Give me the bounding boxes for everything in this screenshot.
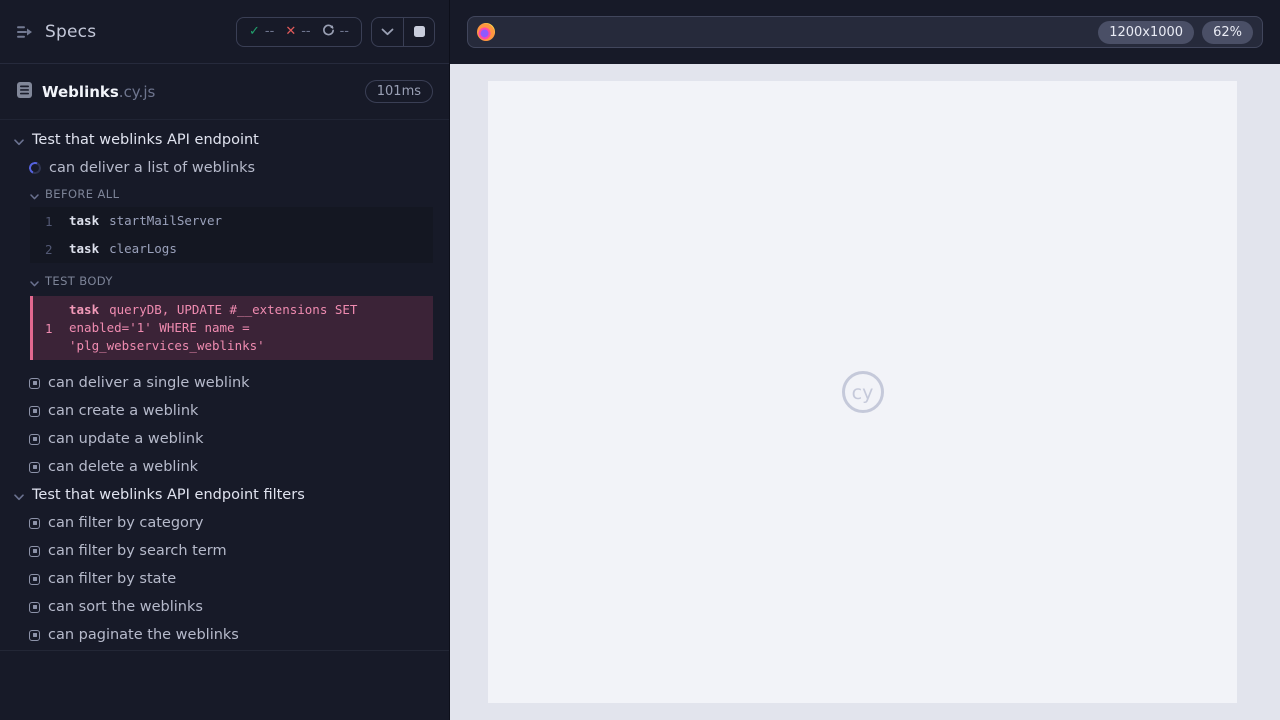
test-row-pending[interactable]: can sort the weblinks	[0, 593, 449, 621]
chevron-down-icon	[14, 486, 24, 505]
stat-passed: ✓ --	[249, 24, 274, 39]
chevron-down-icon	[381, 24, 394, 39]
passed-count: --	[264, 24, 275, 39]
runner-stage: cy	[450, 64, 1280, 720]
test-body-section[interactable]: TEST BODY	[0, 269, 449, 293]
test-row-pending[interactable]: can create a weblink	[0, 397, 449, 425]
test-row-pending[interactable]: can filter by state	[0, 565, 449, 593]
command-message: task startMailServer	[69, 207, 433, 235]
test-title: can delete a weblink	[48, 459, 199, 475]
url-bar[interactable]: 1200x1000 62%	[467, 16, 1263, 48]
command-args: startMailServer	[109, 213, 222, 228]
cypress-logo-watermark: cy	[841, 371, 884, 413]
test-row-pending[interactable]: can filter by search term	[0, 537, 449, 565]
command-name: task	[69, 213, 100, 228]
command-number: 1	[45, 320, 53, 336]
collapse-all-button[interactable]	[372, 18, 403, 46]
reporter-empty-area	[0, 651, 449, 720]
test-row-running[interactable]: can deliver a list of weblinks	[0, 154, 449, 182]
stat-failed: ✕ --	[285, 24, 310, 39]
stat-running: --	[322, 24, 349, 40]
test-title: can filter by category	[48, 515, 204, 531]
specs-menu-toggle-icon[interactable]	[14, 21, 36, 43]
command-log-row[interactable]: 1 task startMailServer	[30, 207, 433, 235]
firefox-browser-icon	[477, 23, 495, 41]
reporter-header: Specs ✓ -- ✕ -- --	[0, 0, 449, 64]
spec-extension: .cy.js	[118, 82, 156, 101]
test-row-pending[interactable]: can update a weblink	[0, 425, 449, 453]
command-message: task clearLogs	[69, 235, 433, 263]
reporter-sidebar: Specs ✓ -- ✕ -- -- Weblinks.cy.js 101ms …	[0, 0, 450, 720]
check-icon: ✓	[249, 24, 260, 39]
command-name: task	[69, 241, 100, 256]
suite-row[interactable]: Test that weblinks API endpoint	[0, 126, 449, 154]
stop-run-button[interactable]	[403, 17, 434, 46]
spec-file-row[interactable]: Weblinks.cy.js 101ms	[0, 64, 449, 120]
viewport-size-badge[interactable]: 1200x1000	[1098, 20, 1195, 44]
command-log-row[interactable]: 1 task queryDB, UPDATE #__extensions SET …	[33, 296, 433, 360]
running-count: --	[339, 24, 349, 39]
test-title: can deliver a list of weblinks	[49, 160, 256, 176]
pending-test-icon	[29, 573, 40, 585]
chevron-down-icon	[30, 272, 39, 291]
test-row-pending[interactable]: can paginate the weblinks	[0, 621, 449, 649]
pending-test-icon	[29, 601, 40, 613]
spec-duration-badge: 101ms	[364, 80, 433, 103]
command-log-row[interactable]: 2 task clearLogs	[30, 235, 433, 263]
pending-test-icon	[29, 405, 40, 417]
pending-test-icon	[29, 629, 40, 641]
stop-icon	[413, 26, 425, 37]
failed-count: --	[301, 24, 311, 39]
before-all-log-group: 1 task startMailServer 2 task clearLogs	[30, 207, 433, 263]
chevron-down-icon	[14, 131, 24, 150]
running-refresh-icon	[322, 24, 335, 40]
x-icon: ✕	[285, 24, 297, 39]
pending-test-icon	[29, 377, 40, 389]
test-tree: Test that weblinks API endpoint can deli…	[0, 120, 449, 651]
suite-title: Test that weblinks API endpoint	[32, 132, 259, 148]
cypress-app: Specs ✓ -- ✕ -- -- Weblinks.cy.js 101ms …	[0, 0, 1280, 720]
test-title: can filter by search term	[48, 543, 227, 559]
pending-test-icon	[29, 545, 40, 557]
test-title: can sort the weblinks	[48, 599, 203, 615]
test-stats-summary: ✓ -- ✕ -- --	[236, 16, 362, 47]
test-title: can paginate the weblinks	[48, 627, 239, 643]
command-number: 2	[45, 241, 53, 257]
test-body-log-group-highlighted: 1 task queryDB, UPDATE #__extensions SET …	[30, 296, 433, 360]
chevron-down-icon	[30, 185, 39, 204]
runner-main: 1200x1000 62% cy	[450, 0, 1280, 720]
pending-test-icon	[29, 517, 40, 529]
spec-file-icon	[16, 81, 33, 103]
command-name: task	[69, 302, 100, 317]
test-title: can create a weblink	[48, 403, 199, 419]
test-title: can deliver a single weblink	[48, 375, 250, 391]
specs-title: Specs	[45, 21, 97, 42]
test-row-pending[interactable]: can deliver a single weblink	[0, 369, 449, 397]
command-args: clearLogs	[109, 241, 177, 256]
section-label: TEST BODY	[45, 274, 113, 288]
before-all-section[interactable]: BEFORE ALL	[0, 182, 449, 206]
suite-title: Test that weblinks API endpoint filters	[32, 487, 305, 503]
section-label: BEFORE ALL	[45, 187, 120, 201]
runner-controls	[371, 16, 435, 47]
runner-topbar: 1200x1000 62%	[450, 0, 1280, 64]
pending-test-icon	[29, 461, 40, 473]
test-title: can filter by state	[48, 571, 177, 587]
running-spinner-icon	[27, 160, 43, 176]
command-message: task queryDB, UPDATE #__extensions SET en…	[69, 296, 433, 360]
test-row-pending[interactable]: can filter by category	[0, 509, 449, 537]
app-under-test-viewport[interactable]: cy	[488, 81, 1237, 703]
command-number: 1	[45, 213, 53, 229]
spec-name: Weblinks.cy.js	[42, 82, 156, 101]
command-args: queryDB, UPDATE #__extensions SET enable…	[69, 302, 358, 353]
pending-test-icon	[29, 433, 40, 445]
test-title: can update a weblink	[48, 431, 204, 447]
zoom-level-badge[interactable]: 62%	[1202, 20, 1253, 44]
test-row-pending[interactable]: can delete a weblink	[0, 453, 449, 481]
suite-row[interactable]: Test that weblinks API endpoint filters	[0, 481, 449, 509]
